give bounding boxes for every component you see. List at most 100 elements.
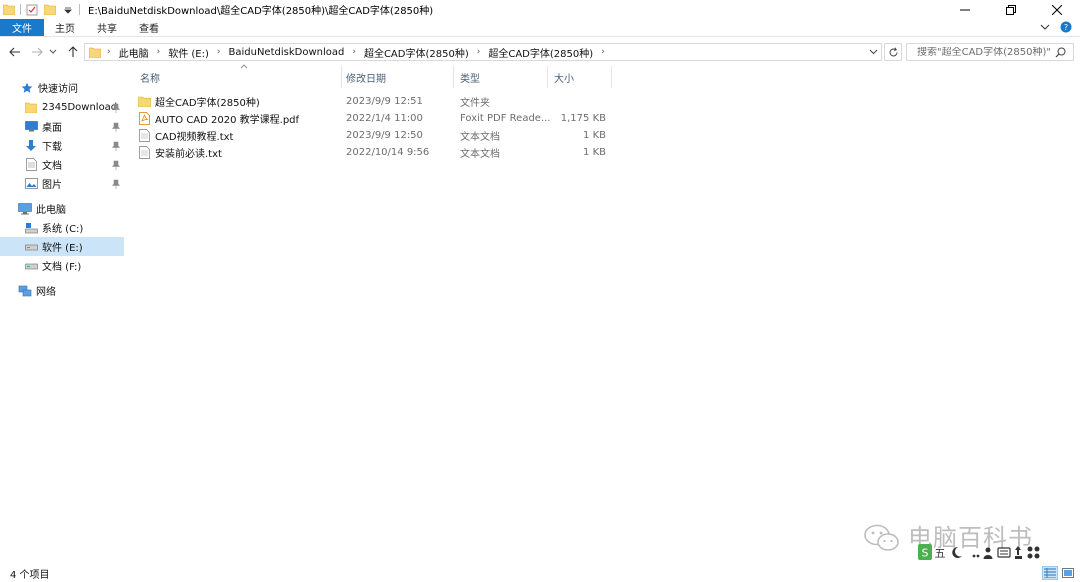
sidebar-item-label: 图片 (42, 180, 62, 191)
file-type: Foxit PDF Reade... (460, 113, 550, 124)
star-icon (20, 81, 34, 95)
column-header-label: 修改日期 (346, 73, 386, 85)
pin-icon (111, 140, 120, 151)
sidebar-item-label: 桌面 (42, 123, 62, 134)
column-header-date[interactable]: 修改日期 (340, 66, 454, 88)
file-name-cell[interactable]: 超全CAD字体(2850种) (138, 93, 340, 110)
back-button[interactable] (4, 41, 26, 63)
breadcrumb-baidunetdiskdownload[interactable]: BaiduNetdiskDownload (227, 47, 347, 58)
sidebar-item-drive-e[interactable]: 软件 (E:) (0, 237, 124, 256)
tab-home[interactable]: 主页 (44, 19, 86, 36)
arrow-up-icon (68, 46, 78, 57)
folder-icon (2, 3, 16, 17)
column-header-name[interactable]: 名称 (134, 64, 342, 88)
document-icon (24, 158, 38, 172)
svg-text:S: S (922, 547, 929, 560)
breadcrumb-drive-e[interactable]: 软件 (E:) (166, 45, 211, 60)
chevron-down-icon (49, 49, 57, 54)
sidebar-item-this-pc[interactable]: 此电脑 (0, 199, 124, 218)
search-icon[interactable] (1055, 47, 1066, 58)
sidebar-item-documents[interactable]: 文档 (0, 155, 124, 174)
file-size: 1 KB (583, 130, 606, 141)
breadcrumb-separator[interactable]: › (211, 47, 227, 57)
sidebar-item-desktop[interactable]: 桌面 (0, 117, 124, 136)
sort-ascending-icon (240, 64, 248, 69)
table-row[interactable]: CAD视频教程.txt 2023/9/9 12:50 文本文档 1 KB (138, 127, 610, 144)
sidebar-item-2345download[interactable]: 2345Download (0, 98, 124, 117)
file-name: 超全CAD字体(2850种) (155, 98, 260, 109)
column-header-type[interactable]: 类型 (454, 66, 548, 88)
file-name-cell[interactable]: AUTO CAD 2020 教学课程.pdf (138, 110, 340, 127)
breadcrumb-cad-fonts-parent[interactable]: 超全CAD字体(2850种) (362, 45, 471, 60)
minimize-button[interactable] (942, 0, 988, 19)
text-file-icon (138, 129, 151, 142)
sidebar-item-quick-access[interactable]: 快速访问 (0, 78, 124, 97)
toolbar-separator (79, 4, 80, 15)
window-title: E:\BaiduNetdiskDownload\超全CAD字体(2850种)\超… (88, 6, 434, 17)
breadcrumb-separator[interactable]: › (151, 47, 167, 57)
desktop-icon (24, 120, 38, 134)
file-size: 1,175 KB (560, 113, 606, 124)
new-folder-icon[interactable] (43, 3, 57, 17)
file-type: 文本文档 (460, 132, 500, 143)
forward-button[interactable] (26, 41, 48, 63)
up-button[interactable] (62, 41, 84, 63)
details-view-button[interactable] (1042, 566, 1058, 580)
breadcrumb-separator[interactable]: › (101, 47, 117, 57)
column-header-label: 类型 (460, 73, 480, 85)
quick-access-toolbar (0, 0, 84, 19)
pin-icon (111, 102, 120, 113)
sidebar-item-label: 快速访问 (38, 84, 78, 95)
sidebar-item-downloads[interactable]: 下载 (0, 136, 124, 155)
chevron-down-icon (869, 49, 877, 55)
system-drive-icon (24, 221, 38, 235)
help-button[interactable]: ? (1060, 21, 1072, 36)
search-box[interactable] (906, 43, 1074, 61)
toolbar-separator (20, 4, 21, 15)
tab-share[interactable]: 共享 (86, 19, 128, 36)
breadcrumb-separator[interactable]: › (595, 47, 611, 57)
breadcrumb-separator[interactable]: › (471, 47, 487, 57)
ribbon-tabs: 文件 主页 共享 查看 ? (0, 19, 1080, 37)
restore-button[interactable] (988, 0, 1034, 19)
large-icons-view-button[interactable] (1060, 566, 1076, 580)
address-bar[interactable]: › 此电脑 › 软件 (E:) › BaiduNetdiskDownload ›… (84, 43, 882, 61)
file-name-cell[interactable]: CAD视频教程.txt (138, 127, 340, 144)
sidebar-item-pictures[interactable]: 图片 (0, 174, 124, 193)
sidebar-item-label: 下载 (42, 142, 62, 153)
pdf-file-icon (138, 112, 151, 125)
table-row[interactable]: 安装前必读.txt 2022/10/14 9:56 文本文档 1 KB (138, 144, 610, 161)
breadcrumb-this-pc[interactable]: 此电脑 (117, 45, 151, 60)
tab-view[interactable]: 查看 (128, 19, 170, 36)
table-row[interactable]: AUTO CAD 2020 教学课程.pdf 2022/1/4 11:00 Fo… (138, 110, 610, 127)
pin-icon (111, 159, 120, 170)
item-count: 4 个项目 (10, 569, 50, 581)
recent-locations-button[interactable] (46, 41, 60, 63)
breadcrumb-cad-fonts-current[interactable]: 超全CAD字体(2850种) (486, 45, 595, 60)
sidebar-item-label: 软件 (E:) (42, 243, 83, 254)
breadcrumb-separator[interactable]: › (346, 47, 362, 57)
properties-icon[interactable] (25, 3, 39, 17)
sidebar-item-drive-f[interactable]: 文档 (F:) (0, 256, 124, 275)
navigation-pane: 快速访问 2345Download 桌面 下载 文档 图片 此电脑 系统 (C:… (0, 70, 124, 564)
help-icon: ? (1060, 21, 1072, 32)
close-button[interactable] (1034, 0, 1080, 19)
sidebar-item-network[interactable]: 网络 (0, 281, 124, 300)
table-row[interactable]: 超全CAD字体(2850种) 2023/9/9 12:51 文件夹 (138, 93, 610, 110)
status-bar: 4 个项目 (0, 564, 1080, 582)
expand-ribbon-button[interactable] (1040, 23, 1050, 34)
arrow-right-icon (32, 47, 43, 57)
tab-file[interactable]: 文件 (0, 19, 44, 36)
column-header-size[interactable]: 大小 (548, 66, 612, 88)
refresh-button[interactable] (884, 43, 902, 61)
file-name-cell[interactable]: 安装前必读.txt (138, 144, 340, 161)
file-name: AUTO CAD 2020 教学课程.pdf (155, 115, 300, 126)
search-input[interactable] (917, 46, 1055, 58)
input-method-toolbar-icon: S 五 (918, 544, 1040, 560)
drive-icon (24, 259, 38, 273)
sidebar-item-drive-c[interactable]: 系统 (C:) (0, 218, 124, 237)
sidebar-item-label: 系统 (C:) (42, 224, 84, 235)
watermark: 电脑百科书 S 五 (860, 518, 1056, 566)
address-history-dropdown[interactable] (865, 44, 881, 60)
customize-toolbar-dropdown-icon[interactable] (61, 3, 75, 17)
